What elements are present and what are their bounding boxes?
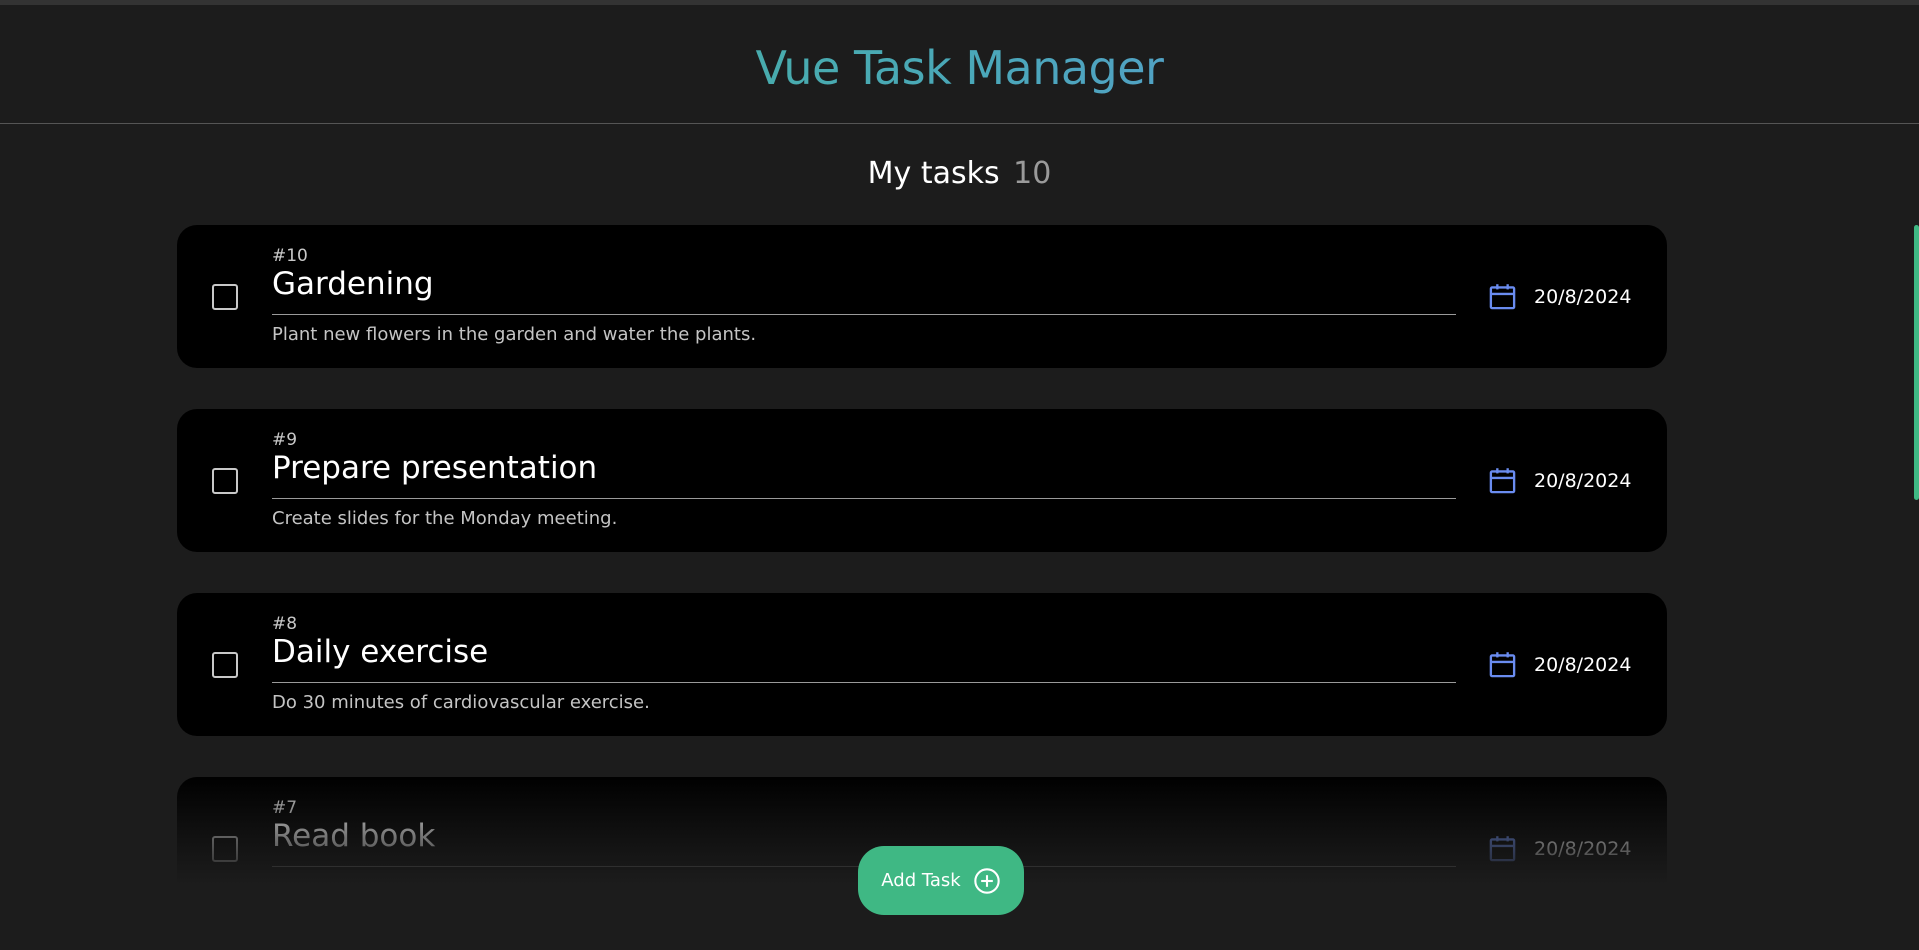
task-description[interactable]: Do 30 minutes of cardiovascular exercise… bbox=[272, 691, 650, 715]
add-task-button[interactable]: Add Task bbox=[858, 846, 1024, 915]
task-card: #10 Gardening Plant new flowers in the g… bbox=[177, 225, 1667, 368]
task-list: #10 Gardening Plant new flowers in the g… bbox=[177, 225, 1667, 885]
task-date[interactable]: 20/8/2024 bbox=[1534, 467, 1631, 495]
task-title-input[interactable]: Daily exercise bbox=[272, 631, 1456, 683]
tasks-heading: My tasks 10 bbox=[0, 154, 1919, 194]
tasks-heading-label: My tasks bbox=[867, 156, 1000, 191]
tasks-count: 10 bbox=[1013, 156, 1052, 191]
task-checkbox[interactable] bbox=[212, 468, 238, 494]
app-title: Vue Task Manager bbox=[0, 39, 1919, 97]
task-card: #9 Prepare presentation Create slides fo… bbox=[177, 409, 1667, 552]
calendar-icon[interactable] bbox=[1487, 281, 1518, 312]
task-date[interactable]: 20/8/2024 bbox=[1534, 835, 1631, 863]
scrollbar[interactable] bbox=[1912, 225, 1919, 500]
task-description[interactable]: Plant new flowers in the garden and wate… bbox=[272, 323, 756, 347]
add-task-label: Add Task bbox=[881, 870, 961, 891]
task-date[interactable]: 20/8/2024 bbox=[1534, 283, 1631, 311]
calendar-icon[interactable] bbox=[1487, 833, 1518, 864]
calendar-icon[interactable] bbox=[1487, 649, 1518, 680]
plus-circle-icon bbox=[973, 867, 1000, 894]
task-date[interactable]: 20/8/2024 bbox=[1534, 651, 1631, 679]
calendar-icon[interactable] bbox=[1487, 465, 1518, 496]
scrollbar-thumb[interactable] bbox=[1914, 225, 1919, 500]
task-title-input[interactable]: Gardening bbox=[272, 263, 1456, 315]
task-checkbox[interactable] bbox=[212, 652, 238, 678]
task-title-input[interactable]: Prepare presentation bbox=[272, 447, 1456, 499]
task-checkbox[interactable] bbox=[212, 836, 238, 862]
task-description[interactable]: Create slides for the Monday meeting. bbox=[272, 507, 617, 531]
task-card: #8 Daily exercise Do 30 minutes of cardi… bbox=[177, 593, 1667, 736]
task-checkbox[interactable] bbox=[212, 284, 238, 310]
app-header: Vue Task Manager bbox=[0, 5, 1919, 124]
